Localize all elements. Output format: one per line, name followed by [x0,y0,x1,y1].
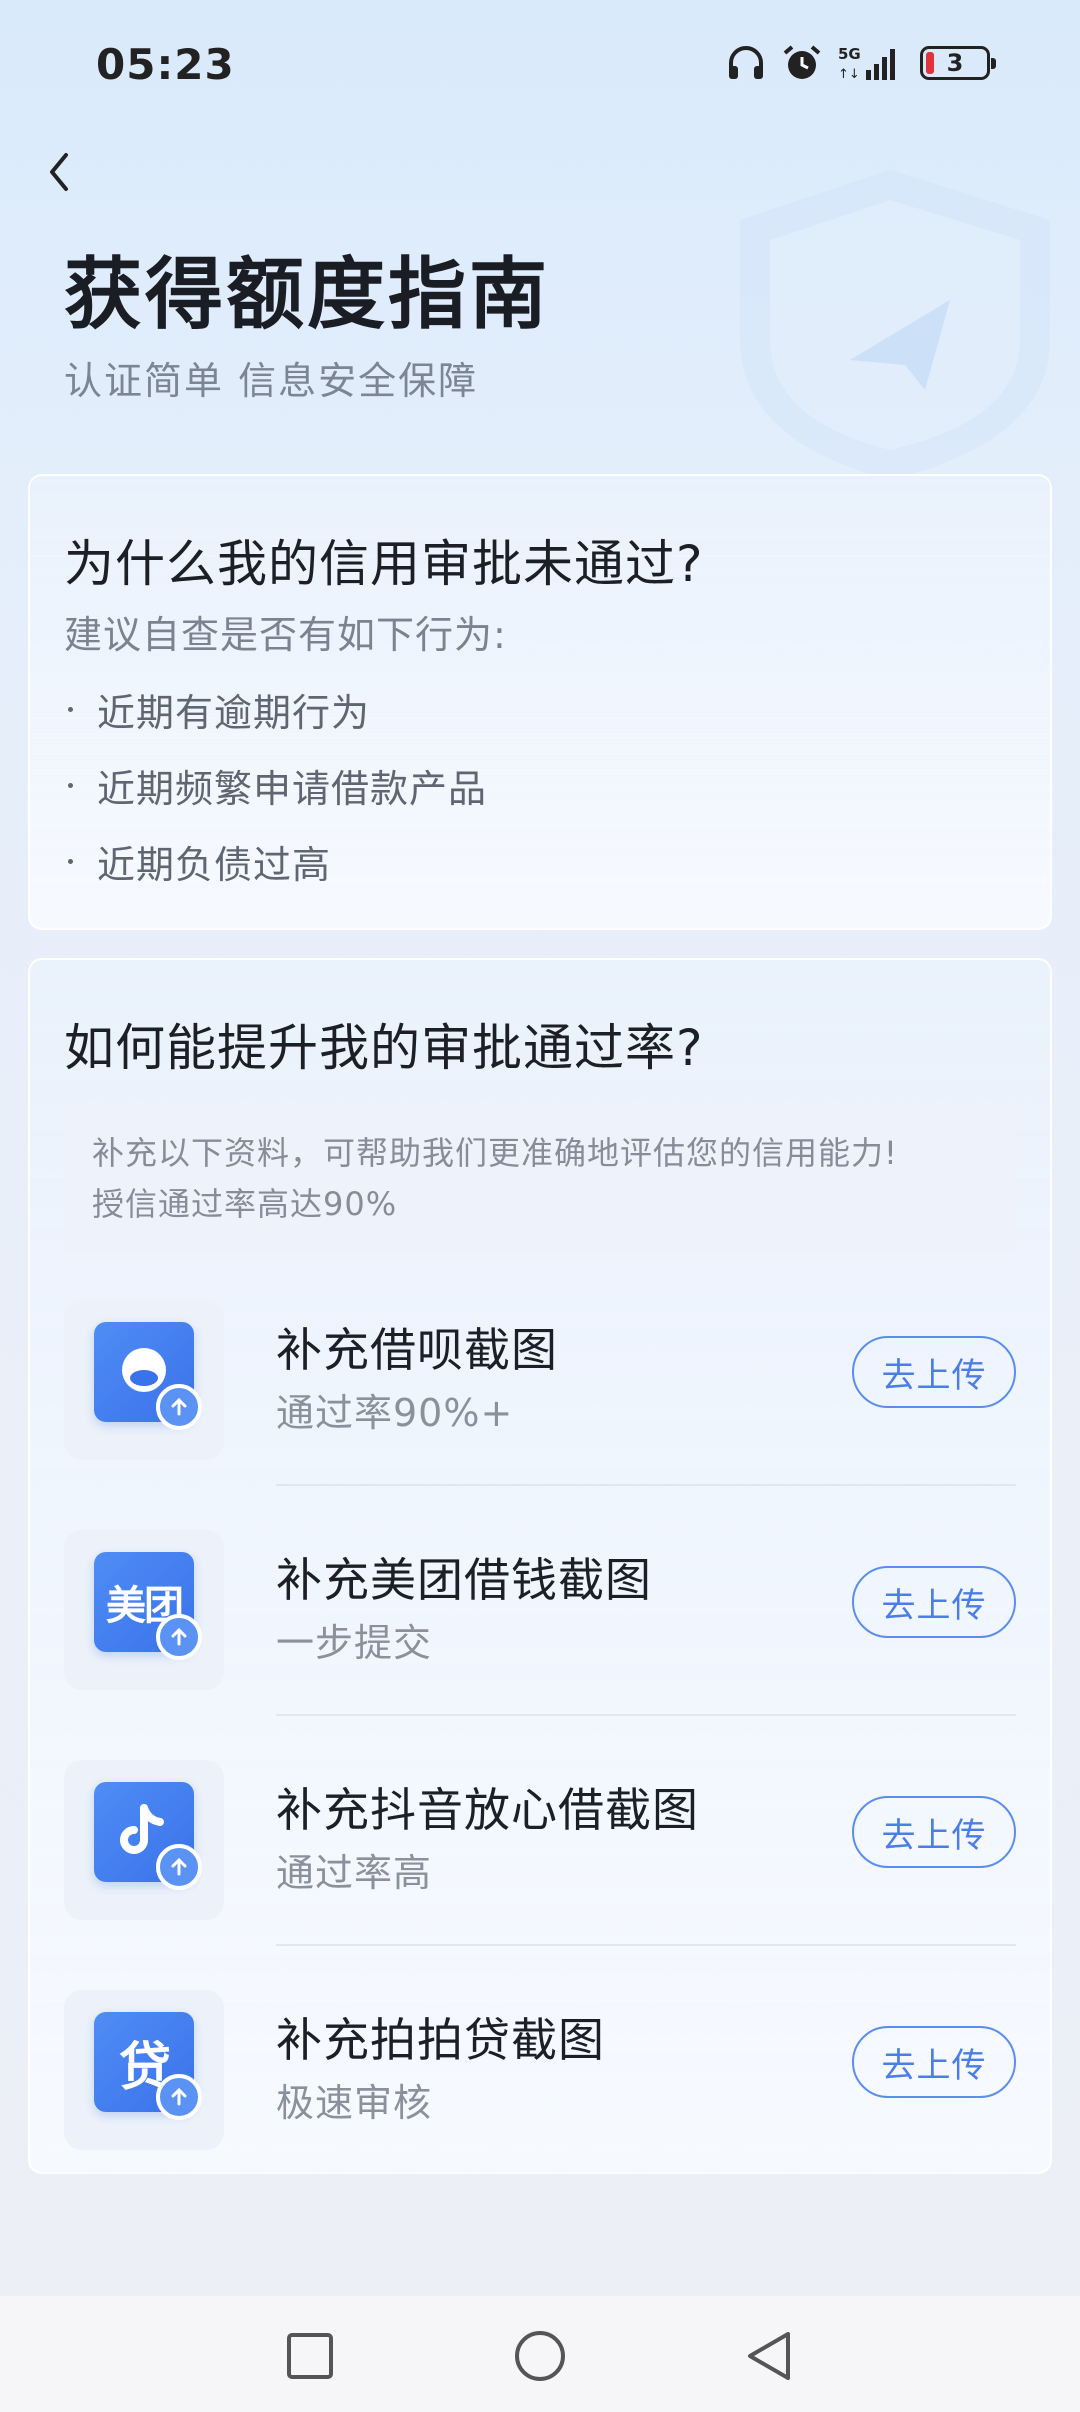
upload-item-paipaidai: 贷 补充拍拍贷截图 极速审核 去上传 [64,1972,1050,2202]
reason-item-label: 近期有逾期行为 [97,691,371,735]
divider [276,1944,1016,1946]
bullet-dot [68,783,73,788]
upload-item-title: 补充抖音放心借截图 [276,1783,699,1837]
svg-text:↑↓: ↑↓ [838,67,860,82]
tip-rate-text: 授信通过率高达90% [92,1185,398,1223]
upload-button[interactable]: 去上传 [852,1796,1016,1868]
upload-item-subtitle: 通过率90%+ [276,1391,514,1435]
chevron-left-icon[interactable] [38,145,82,199]
home-icon[interactable] [510,2326,570,2386]
upload-item-title: 补充美团借钱截图 [276,1553,652,1607]
upload-item-meituan: 美团 补充美团借钱截图 一步提交 去上传 [64,1512,1050,1742]
svg-text:5G: 5G [838,45,861,63]
reasons-card-hint: 建议自查是否有如下行为: [64,613,507,657]
status-icons: 5G ↑↓ 3 [726,44,996,82]
reasons-card-title: 为什么我的信用审批未通过? [64,535,704,593]
upload-button[interactable]: 去上传 [852,1336,1016,1408]
reasons-card: 为什么我的信用审批未通过? 建议自查是否有如下行为: 近期有逾期行为 近期频繁申… [28,474,1052,930]
tip-box: 补充以下资料，可帮助我们更准确地评估您的信用能力! 授信通过率高达90% [64,1104,1016,1254]
page-subtitle: 认证简单 信息安全保障 [64,359,479,403]
back-icon[interactable] [740,2326,800,2386]
divider [276,1484,1016,1486]
bullet-dot [68,707,73,712]
icon-container: 美团 [64,1530,224,1690]
alarm-icon [783,45,821,79]
upload-item-title: 补充借呗截图 [276,1323,558,1377]
headphones-icon [729,46,763,79]
system-nav-bar [0,2296,1080,2412]
improve-card-title: 如何能提升我的审批通过率? [64,1019,704,1077]
tip-text: 补充以下资料，可帮助我们更准确地评估您的信用能力! [92,1134,898,1172]
reason-item-label: 近期频繁申请借款产品 [97,767,488,811]
icon-container [64,1760,224,1920]
improve-card: 如何能提升我的审批通过率? 补充以下资料，可帮助我们更准确地评估您的信用能力! … [28,958,1052,2174]
upload-arrow-icon [156,1614,202,1660]
reason-item-label: 近期负债过高 [97,843,332,887]
reason-item: 近期负债过高 [62,834,331,889]
reason-item: 近期有逾期行为 [62,682,370,737]
battery-level: 3 [946,49,964,77]
upload-item-title: 补充拍拍贷截图 [276,2013,605,2067]
status-time: 05:23 [96,40,235,89]
icon-container: 贷 [64,1990,224,2150]
upload-arrow-icon [156,2074,202,2120]
bullet-dot [68,859,73,864]
divider [276,1714,1016,1716]
upload-item-douyin: 补充抖音放心借截图 通过率高 去上传 [64,1742,1050,1972]
status-bar: 05:23 5G ↑↓ 3 [0,0,1080,130]
battery-icon: 3 [920,46,996,80]
shield-decoration-icon [740,170,1050,480]
upload-item-subtitle: 通过率高 [276,1851,433,1895]
upload-arrow-icon [156,1844,202,1890]
signal-5g-icon: 5G ↑↓ [838,45,895,82]
upload-item-subtitle: 极速审核 [276,2081,433,2125]
recent-apps-icon[interactable] [280,2326,340,2386]
upload-button[interactable]: 去上传 [852,2026,1016,2098]
upload-item-jiebei: 补充借呗截图 通过率90%+ 去上传 [64,1282,1050,1512]
upload-arrow-icon [156,1384,202,1430]
upload-button[interactable]: 去上传 [852,1566,1016,1638]
icon-container [64,1300,224,1460]
upload-item-subtitle: 一步提交 [276,1621,433,1665]
reason-item: 近期频繁申请借款产品 [62,758,487,813]
page-title: 获得额度指南 [64,250,551,340]
